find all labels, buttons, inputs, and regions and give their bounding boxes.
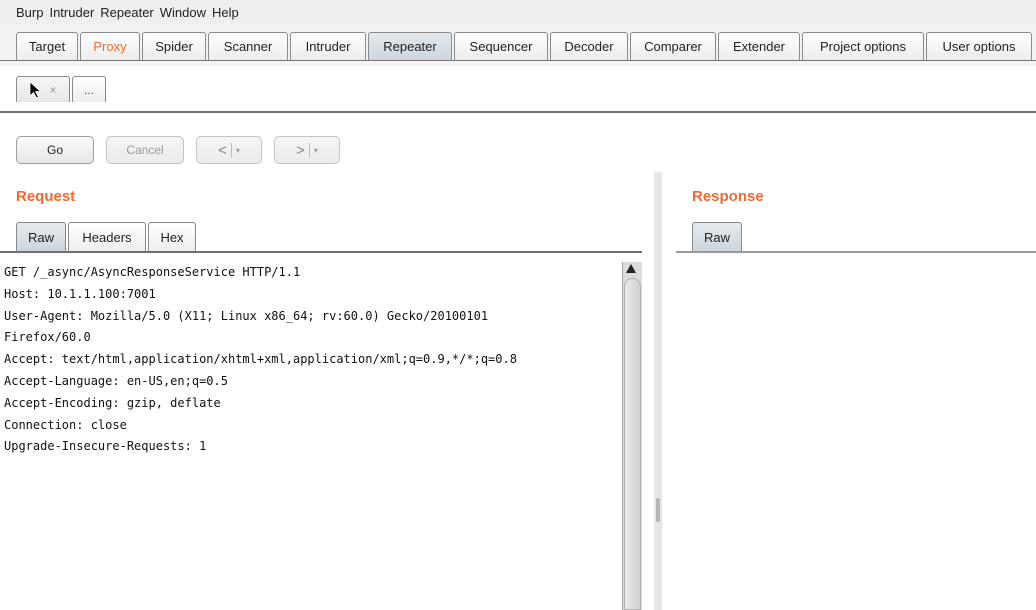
- request-line: GET /_async/AsyncResponseService HTTP/1.…: [4, 265, 301, 279]
- request-line: Accept-Encoding: gzip, deflate: [4, 395, 221, 410]
- tab-target[interactable]: Target: [16, 32, 78, 60]
- back-button[interactable]: < ▾: [196, 136, 262, 164]
- forward-separator: [308, 143, 310, 157]
- main-tab-bar: Target Proxy Spider Scanner Intruder Rep…: [0, 24, 1036, 66]
- splitter-grip[interactable]: [656, 498, 660, 522]
- menu-help[interactable]: Help: [206, 5, 239, 20]
- tab-intruder[interactable]: Intruder: [290, 32, 366, 60]
- scroll-up-arrow-icon[interactable]: [626, 264, 636, 273]
- menu-intruder[interactable]: Intruder: [43, 5, 94, 20]
- response-tab-rule: [676, 251, 1036, 253]
- back-label: <: [218, 141, 227, 159]
- repeater-tab-1[interactable]: ×: [16, 76, 70, 102]
- back-dropdown-icon[interactable]: ▾: [236, 146, 240, 155]
- request-line: Firefox/60.0: [4, 330, 91, 345]
- tab-decoder[interactable]: Decoder: [550, 32, 628, 60]
- response-tab-raw[interactable]: Raw: [692, 222, 742, 252]
- request-line: Accept: text/html,application/xhtml+xml,…: [4, 352, 517, 367]
- menu-burp[interactable]: Burp: [0, 5, 43, 20]
- go-button[interactable]: Go: [16, 136, 94, 164]
- cancel-button[interactable]: Cancel: [106, 136, 184, 164]
- close-tab-icon[interactable]: ×: [49, 83, 56, 97]
- request-tab-rule: [0, 251, 642, 253]
- request-tab-raw[interactable]: Raw: [16, 222, 66, 252]
- tab-project-options[interactable]: Project options: [802, 32, 924, 60]
- request-line: Host: 10.1.1.100:7001: [4, 286, 156, 301]
- response-title: Response: [692, 188, 764, 205]
- request-title: Request: [16, 188, 76, 205]
- tab-scanner[interactable]: Scanner: [208, 32, 288, 60]
- forward-button[interactable]: > ▾: [274, 136, 340, 164]
- sub-tab-rule: [0, 111, 1036, 113]
- tab-repeater[interactable]: Repeater: [368, 32, 452, 60]
- tab-extender[interactable]: Extender: [718, 32, 800, 60]
- tab-user-options[interactable]: User options: [926, 32, 1032, 60]
- request-tab-headers[interactable]: Headers: [68, 222, 146, 252]
- mouse-pointer-icon: [30, 80, 43, 99]
- request-scrollbar[interactable]: [622, 262, 642, 610]
- main-tab-rule: [0, 60, 1036, 61]
- menu-repeater[interactable]: Repeater: [94, 5, 153, 20]
- tab-spider[interactable]: Spider: [142, 32, 206, 60]
- request-line: Upgrade-Insecure-Requests: 1: [4, 439, 207, 454]
- request-tab-hex[interactable]: Hex: [148, 222, 196, 252]
- menu-window[interactable]: Window: [154, 5, 206, 20]
- back-separator: [230, 143, 232, 157]
- request-line: Accept-Language: en-US,en;q=0.5: [4, 373, 228, 388]
- response-editor[interactable]: [676, 262, 1036, 610]
- request-line: Connection: close: [4, 417, 127, 432]
- request-line: User-Agent: Mozilla/5.0 (X11; Linux x86_…: [4, 308, 489, 323]
- forward-label: >: [296, 141, 305, 159]
- repeater-tab-strip: × ...: [0, 67, 1036, 113]
- menu-bar: Burp Intruder Repeater Window Help: [0, 0, 1036, 24]
- tab-comparer[interactable]: Comparer: [630, 32, 716, 60]
- tab-proxy[interactable]: Proxy: [80, 32, 140, 60]
- tab-sequencer[interactable]: Sequencer: [454, 32, 548, 60]
- new-tab-button[interactable]: ...: [72, 76, 106, 102]
- request-editor[interactable]: GET /_async/AsyncResponseService HTTP/1.…: [0, 262, 622, 610]
- request-scroll-thumb[interactable]: [624, 278, 641, 610]
- forward-dropdown-icon[interactable]: ▾: [314, 146, 318, 155]
- panel-splitter[interactable]: [654, 172, 662, 610]
